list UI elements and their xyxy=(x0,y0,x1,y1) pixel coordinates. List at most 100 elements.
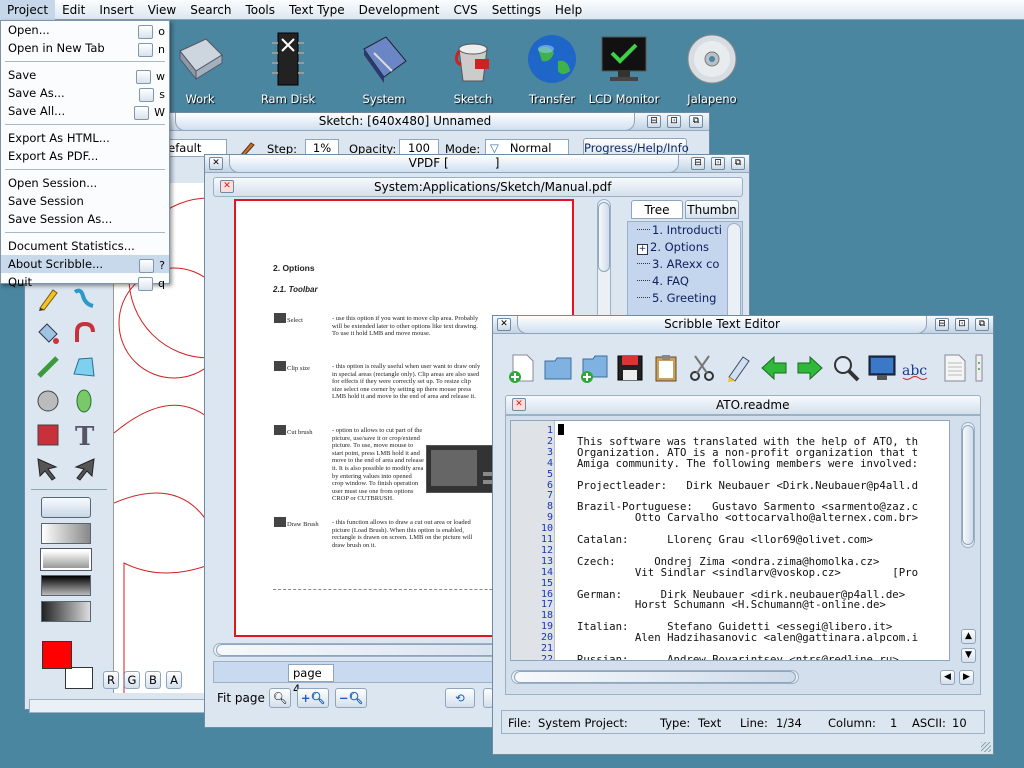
menu-item-open-session[interactable]: Open Session... xyxy=(1,174,169,192)
menu-item-save-as[interactable]: Save As... s xyxy=(1,84,169,102)
monitor-icon[interactable] xyxy=(865,352,899,384)
scroll-left-button[interactable]: ◀ xyxy=(940,670,955,685)
menu-item-save-session-as[interactable]: Save Session As... xyxy=(1,210,169,228)
fill-bucket-icon[interactable] xyxy=(33,319,63,347)
iconify-button[interactable]: ⊟ xyxy=(935,318,949,331)
tree-item[interactable]: +2. Options xyxy=(627,239,709,255)
gradient-preset-1[interactable] xyxy=(41,497,91,518)
tree-item[interactable]: 3. ARexx co xyxy=(627,256,719,272)
editor-horizontal-scrollbar[interactable] xyxy=(511,670,799,684)
rectangle-tool-icon[interactable] xyxy=(33,421,63,449)
close-button[interactable]: ✕ xyxy=(209,157,223,170)
zoom-button[interactable]: ⊡ xyxy=(667,115,681,128)
channel-g-button[interactable]: G xyxy=(124,671,140,689)
polygon-tool-icon[interactable] xyxy=(69,353,99,381)
tree-item[interactable]: 1. Introducti xyxy=(627,222,722,238)
menu-development[interactable]: Development xyxy=(352,0,447,20)
menu-tools[interactable]: Tools xyxy=(238,0,282,20)
text-tool-icon[interactable]: T xyxy=(69,421,99,449)
text-editor-area[interactable]: 1 2 This software was translated with the … xyxy=(510,420,950,661)
desktop-icon-sketch[interactable]: Sketch xyxy=(431,28,515,106)
scroll-up-button[interactable]: ▲ xyxy=(961,629,976,644)
channel-r-button[interactable]: R xyxy=(103,671,119,689)
gradient-preset-5[interactable] xyxy=(41,601,91,622)
depth-button[interactable]: ⧉ xyxy=(731,157,745,170)
gradient-preset-3[interactable] xyxy=(40,548,92,571)
channel-a-button[interactable]: A xyxy=(166,671,182,689)
scroll-right-button[interactable]: ▶ xyxy=(959,670,974,685)
iconify-button[interactable]: ⊟ xyxy=(647,115,661,128)
menu-item-save-session[interactable]: Save Session xyxy=(1,192,169,210)
highlighter-icon[interactable] xyxy=(721,352,755,384)
zoom-tool-icon[interactable]: 🔍︎ xyxy=(269,688,291,708)
save-disk-icon[interactable] xyxy=(613,352,647,384)
gradient-preset-2[interactable] xyxy=(41,523,91,544)
menu-item-save[interactable]: Save w xyxy=(1,66,169,84)
desktop-icon-work[interactable]: Work xyxy=(158,28,242,106)
menu-item-about-scribble[interactable]: About Scribble...? xyxy=(1,255,169,273)
zoom-button[interactable]: ⊡ xyxy=(955,318,969,331)
channel-b-button[interactable]: B xyxy=(145,671,161,689)
menu-item-open[interactable]: Open... o xyxy=(1,21,169,39)
expand-icon[interactable]: + xyxy=(637,244,648,255)
menu-settings[interactable]: Settings xyxy=(485,0,548,20)
clipboard-icon[interactable] xyxy=(649,352,683,384)
depth-button[interactable]: ⧉ xyxy=(689,115,703,128)
spellcheck-icon[interactable]: abc xyxy=(901,352,935,384)
editor-vertical-scrollbar[interactable] xyxy=(961,422,975,548)
menu-item-quit[interactable]: Quit q xyxy=(1,273,169,291)
open-folder-icon[interactable] xyxy=(541,352,575,384)
desktop-icon-system[interactable]: System xyxy=(342,28,426,106)
tab-thumbn[interactable]: Thumbn xyxy=(685,200,739,219)
menu-item-save-all[interactable]: Save All... W xyxy=(1,102,169,120)
depth-button[interactable]: ⧉ xyxy=(975,318,989,331)
menu-item-export-as-pdf[interactable]: Export As PDF... xyxy=(1,147,169,165)
close-button[interactable]: ✕ xyxy=(497,318,511,331)
gradient-preset-4[interactable] xyxy=(41,575,91,596)
move-arrow-icon[interactable] xyxy=(69,455,99,483)
iconify-button[interactable]: ⊟ xyxy=(691,157,705,170)
document-icon[interactable] xyxy=(937,352,971,384)
new-folder-icon[interactable] xyxy=(577,352,611,384)
zoom-out-icon[interactable]: −🔍︎ xyxy=(335,688,367,708)
desktop-icon-jalapeno[interactable]: Jalapeno xyxy=(670,28,754,106)
zoom-button[interactable]: ⊡ xyxy=(711,157,725,170)
desktop-icon-lcd-monitor[interactable]: LCD Monitor xyxy=(582,28,666,106)
page-number-field[interactable]: page 4 xyxy=(288,664,334,696)
scissors-icon[interactable] xyxy=(685,352,719,384)
menu-insert[interactable]: Insert xyxy=(92,0,140,20)
menu-edit[interactable]: Edit xyxy=(55,0,92,20)
line-tool-icon[interactable] xyxy=(33,353,63,381)
back-arrow-icon[interactable] xyxy=(757,352,791,384)
resize-grip[interactable] xyxy=(981,742,991,752)
tree-item[interactable]: 4. FAQ xyxy=(627,273,689,289)
rotate-page-icon[interactable]: ⟲ xyxy=(445,688,475,708)
ellipse-tool-icon[interactable] xyxy=(69,387,99,415)
document-tab[interactable]: ✕ ATO.readme xyxy=(505,395,981,415)
vpdf-titlebar[interactable]: ✕ VPDF [] ⊟ ⊡ ⧉ xyxy=(205,155,749,173)
menu-help[interactable]: Help xyxy=(548,0,589,20)
tab-tree[interactable]: Tree xyxy=(631,200,683,219)
menu-project[interactable]: Project xyxy=(0,0,56,20)
foreground-color-swatch[interactable] xyxy=(42,641,72,669)
circle-tool-icon[interactable] xyxy=(33,387,63,415)
menu-item-open-in-new-tab[interactable]: Open in New Tab n xyxy=(1,39,169,57)
forward-arrow-icon[interactable] xyxy=(793,352,827,384)
menu-cvs[interactable]: CVS xyxy=(446,0,484,20)
desktop-icon-ram-disk[interactable]: Ram Disk xyxy=(246,28,330,106)
scroll-down-button[interactable]: ▼ xyxy=(961,648,976,663)
search-icon[interactable] xyxy=(829,352,863,384)
new-file-icon[interactable] xyxy=(505,352,539,384)
arc-tool-icon[interactable] xyxy=(69,319,99,347)
menu-search[interactable]: Search xyxy=(183,0,238,20)
zoom-in-icon[interactable]: +🔍︎ xyxy=(297,688,329,708)
more-icon[interactable] xyxy=(973,352,985,384)
close-document-icon[interactable]: ✕ xyxy=(220,180,234,193)
close-tab-icon[interactable]: ✕ xyxy=(512,398,526,411)
tree-item[interactable]: 5. Greeting xyxy=(627,290,716,306)
select-arrow-icon[interactable] xyxy=(33,455,63,483)
menu-item-export-as-html[interactable]: Export As HTML... xyxy=(1,129,169,147)
menu-view[interactable]: View xyxy=(141,0,183,20)
editor-titlebar[interactable]: ✕ Scribble Text Editor ⊟ ⊡ ⧉ xyxy=(493,316,993,334)
background-color-swatch[interactable] xyxy=(65,667,93,689)
